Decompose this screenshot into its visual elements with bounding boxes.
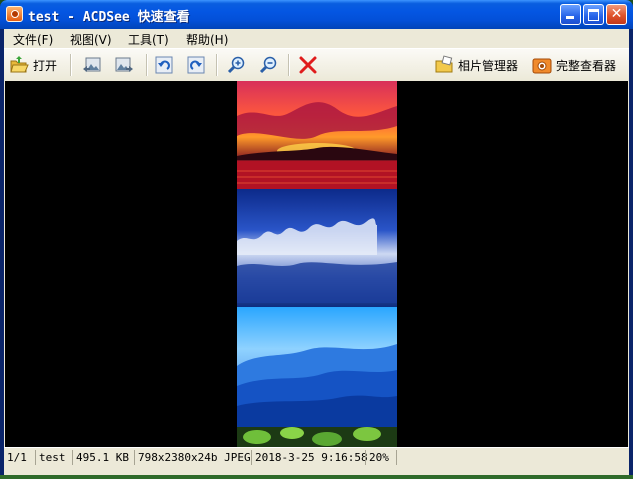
rotate-left-button[interactable] xyxy=(154,54,174,76)
previous-image-icon xyxy=(82,55,102,75)
status-empty xyxy=(396,450,628,465)
full-viewer-button[interactable]: 完整查看器 xyxy=(532,54,616,76)
delete-icon xyxy=(298,55,318,75)
open-label: 打开 xyxy=(33,58,58,73)
menu-help[interactable]: 帮助(H) xyxy=(186,31,228,48)
close-button[interactable]: ✕ xyxy=(606,4,627,25)
status-datetime: 2018-3-25 9:16:58 xyxy=(251,450,368,465)
rotate-right-button[interactable] xyxy=(186,54,206,76)
photo-manager-label: 相片管理器 xyxy=(458,58,519,73)
delete-button[interactable] xyxy=(298,54,318,76)
rotate-left-icon xyxy=(154,55,174,75)
maximize-button[interactable] xyxy=(583,4,604,25)
menu-bar: 文件(F) 视图(V) 工具(T) 帮助(H) xyxy=(4,29,629,47)
menu-tools[interactable]: 工具(T) xyxy=(128,31,169,48)
toolbar-separator xyxy=(146,54,148,76)
zoom-in-button[interactable] xyxy=(226,54,246,76)
menu-view[interactable]: 视图(V) xyxy=(70,31,112,48)
app-window: test - ACDSee 快速查看 ✕ 文件(F) 视图(V) 工具(T) 帮… xyxy=(0,0,633,475)
status-zoom: 20% xyxy=(365,450,389,465)
rotate-right-icon xyxy=(186,55,206,75)
desktop-background xyxy=(0,475,633,479)
open-folder-icon xyxy=(9,55,29,75)
full-viewer-label: 完整查看器 xyxy=(556,58,617,73)
status-dimensions: 798x2380x24b JPEG xyxy=(134,450,251,465)
window-title: test - ACDSee 快速查看 xyxy=(28,10,190,25)
title-bar[interactable]: test - ACDSee 快速查看 ✕ xyxy=(0,0,633,29)
status-bar: 1/1 test 495.1 KB 798x2380x24b JPEG 2018… xyxy=(4,447,629,468)
image-viewer[interactable] xyxy=(5,81,628,447)
acdsee-app-icon[interactable] xyxy=(6,6,23,22)
toolbar: 打开 相片管理器 完整查看器 xyxy=(4,48,629,81)
previous-image-button[interactable] xyxy=(82,54,102,76)
toolbar-separator xyxy=(288,54,290,76)
next-image-icon xyxy=(114,55,134,75)
next-image-button[interactable] xyxy=(114,54,134,76)
toolbar-separator xyxy=(70,54,72,76)
open-button[interactable]: 打开 xyxy=(9,54,57,76)
full-viewer-icon xyxy=(532,55,552,75)
photo-manager-button[interactable]: 相片管理器 xyxy=(434,54,518,76)
zoom-in-icon xyxy=(226,55,246,75)
menu-file[interactable]: 文件(F) xyxy=(13,31,53,48)
minimize-button[interactable] xyxy=(560,4,581,25)
photo-image xyxy=(237,81,397,447)
status-filename: test xyxy=(35,450,66,465)
window-frame: 文件(F) 视图(V) 工具(T) 帮助(H) 打开 相片管理器 完整查看器 1… xyxy=(4,29,629,475)
status-index: 1/1 xyxy=(7,451,27,464)
photo-manager-icon xyxy=(434,55,454,75)
status-filesize: 495.1 KB xyxy=(72,450,129,465)
toolbar-separator xyxy=(216,54,218,76)
zoom-out-button[interactable] xyxy=(258,54,278,76)
zoom-out-icon xyxy=(258,55,278,75)
